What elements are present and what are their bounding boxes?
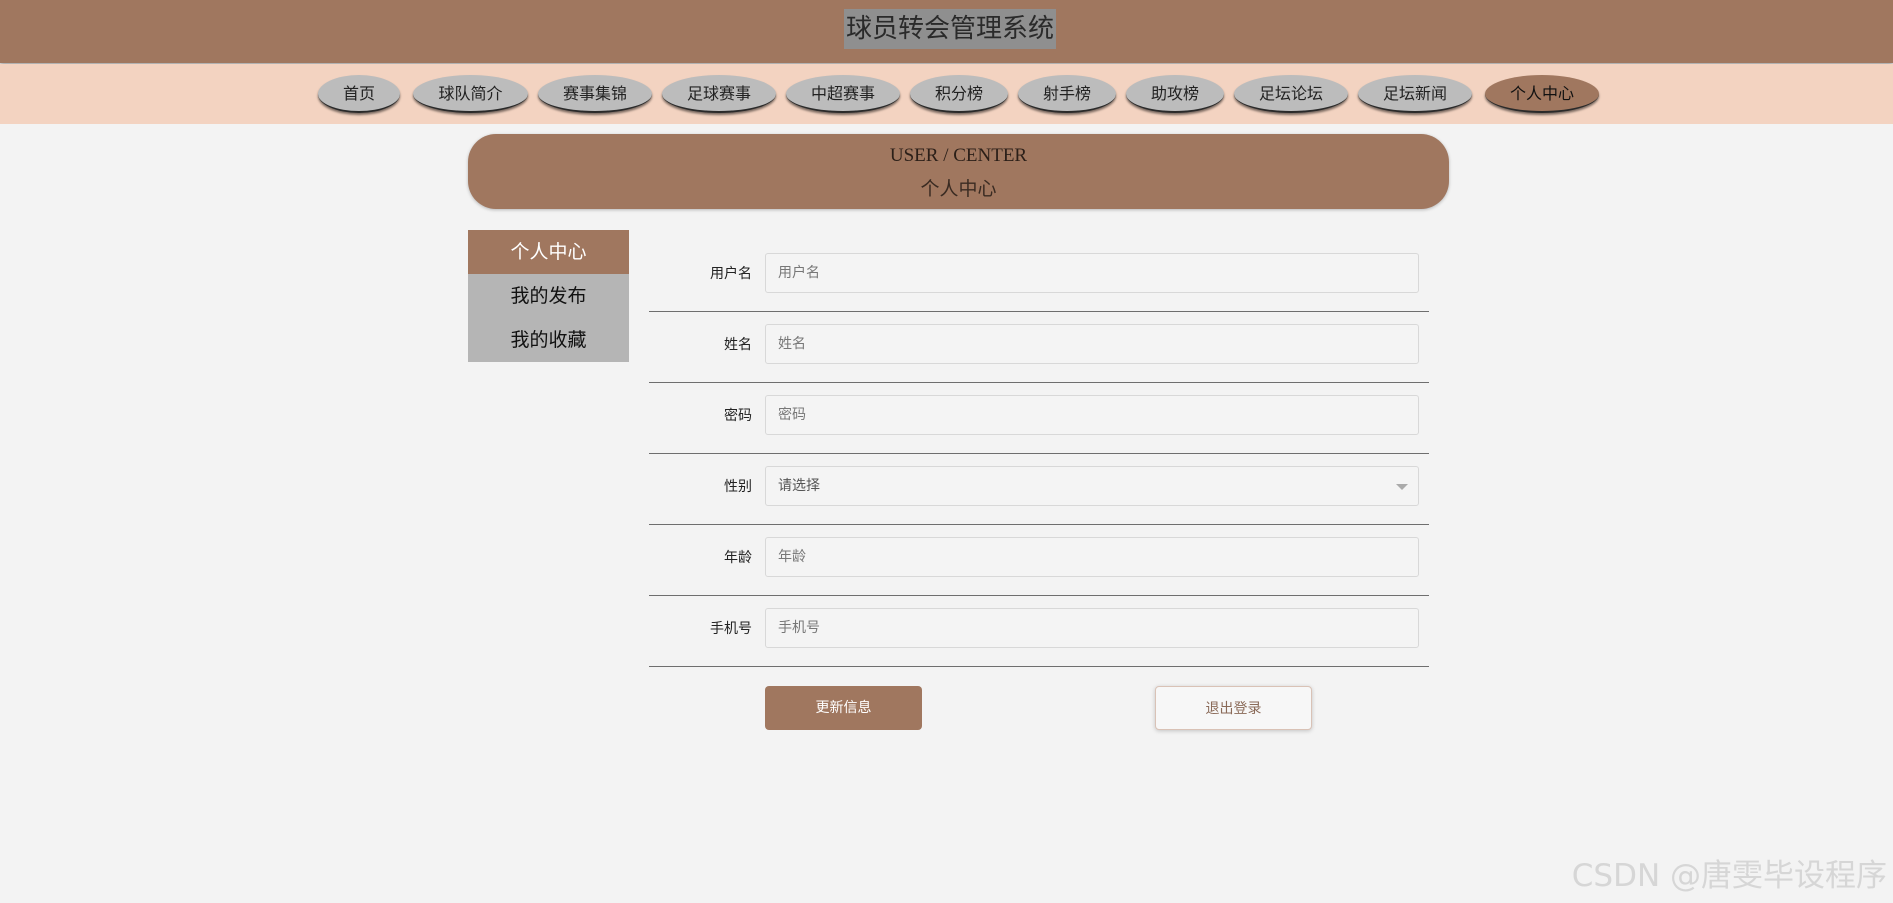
chevron-down-icon xyxy=(1396,484,1408,490)
age-input[interactable] xyxy=(765,537,1419,577)
form-row-gender: 性别 请选择 xyxy=(649,455,1429,525)
phone-input[interactable] xyxy=(765,608,1419,648)
form-row-age: 年龄 xyxy=(649,526,1429,596)
logout-button[interactable]: 退出登录 xyxy=(1155,686,1312,730)
side-menu: 个人中心 我的发布 我的收藏 xyxy=(468,230,629,362)
name-label: 姓名 xyxy=(724,337,752,353)
password-input[interactable] xyxy=(765,395,1419,435)
username-input[interactable] xyxy=(765,253,1419,293)
top-header-bar: 球员转会管理系统 xyxy=(0,0,1893,63)
nav-item-top-scorers[interactable]: 射手榜 xyxy=(1018,75,1116,113)
main-nav: 首页 球队简介 赛事集锦 足球赛事 中超赛事 积分榜 射手榜 助攻榜 足坛论坛 … xyxy=(0,64,1893,124)
nav-item-match-highlights[interactable]: 赛事集锦 xyxy=(538,75,652,113)
nav-item-news[interactable]: 足坛新闻 xyxy=(1358,75,1472,113)
nav-item-team-intro[interactable]: 球队简介 xyxy=(413,75,528,113)
nav-item-user-center[interactable]: 个人中心 xyxy=(1485,75,1599,113)
username-label: 用户名 xyxy=(710,266,752,282)
nav-item-forum[interactable]: 足坛论坛 xyxy=(1234,75,1348,113)
password-label: 密码 xyxy=(724,408,752,424)
side-item-user-center[interactable]: 个人中心 xyxy=(468,230,629,274)
phone-label: 手机号 xyxy=(710,621,752,637)
age-label: 年龄 xyxy=(724,550,752,566)
banner-title-zh: 个人中心 xyxy=(920,178,997,200)
gender-select-value: 请选择 xyxy=(778,478,820,494)
form-row-username: 用户名 xyxy=(649,242,1429,312)
nav-item-csl-matches[interactable]: 中超赛事 xyxy=(786,75,900,113)
nav-item-home[interactable]: 首页 xyxy=(318,75,400,113)
nav-item-top-assists[interactable]: 助攻榜 xyxy=(1126,75,1224,113)
side-item-my-favorites[interactable]: 我的收藏 xyxy=(468,318,629,362)
gender-select[interactable]: 请选择 xyxy=(765,466,1419,506)
form-row-phone: 手机号 xyxy=(649,597,1429,667)
watermark: CSDN @唐雯毕设程序 xyxy=(1571,858,1887,894)
gender-label: 性别 xyxy=(724,479,752,495)
nav-item-football-matches[interactable]: 足球赛事 xyxy=(662,75,776,113)
update-info-button[interactable]: 更新信息 xyxy=(765,686,922,730)
form-row-name: 姓名 xyxy=(649,313,1429,383)
form-row-password: 密码 xyxy=(649,384,1429,454)
banner-title-en: USER / CENTER xyxy=(889,145,1028,166)
site-title: 球员转会管理系统 xyxy=(844,9,1057,49)
nav-item-standings[interactable]: 积分榜 xyxy=(910,75,1008,113)
page-banner: USER / CENTER 个人中心 xyxy=(468,134,1449,209)
name-input[interactable] xyxy=(765,324,1419,364)
side-item-my-posts[interactable]: 我的发布 xyxy=(468,274,629,318)
